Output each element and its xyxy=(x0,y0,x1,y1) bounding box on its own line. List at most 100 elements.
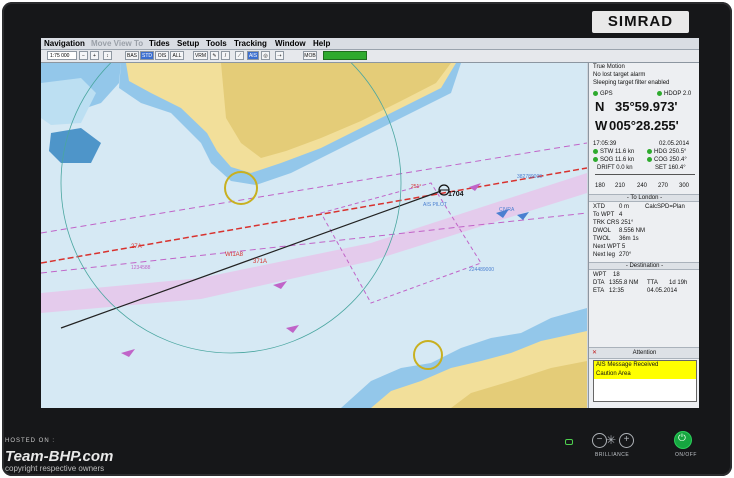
tool-icon[interactable]: ↕ xyxy=(103,51,112,60)
tta-value: 1d 19h xyxy=(669,280,688,286)
dta-value: 1355.8 NM xyxy=(609,280,639,286)
status-gauge xyxy=(323,51,367,60)
lon-hemisphere: W xyxy=(595,118,608,133)
cursor-icon[interactable]: ⇢ xyxy=(275,51,284,60)
watermark-copyright: copyright respective owners xyxy=(5,464,105,473)
alarm-status-1: No lost target alarm xyxy=(593,72,646,78)
wpt-label: WPT xyxy=(593,272,607,278)
route-header: - To London - xyxy=(589,194,699,202)
onoff-label: ON/OFF xyxy=(675,452,697,458)
course-label: 251° xyxy=(411,184,421,190)
xtd-value: 0 m xyxy=(619,204,630,210)
watermark-site: Team-BHP.com xyxy=(5,448,114,465)
drift-value: DRIFT 0.0 kn xyxy=(597,165,633,171)
sog-label: SOG xyxy=(600,157,614,164)
alarm-status-2: Sleeping target filter enabled xyxy=(593,80,670,86)
target-label-1704: 1704 xyxy=(448,191,464,198)
brilliance-label: BRILLIANCE xyxy=(595,452,630,458)
scale-select[interactable]: 1:75 000 xyxy=(47,51,77,60)
next-leg-label: Next leg xyxy=(593,252,616,258)
destination-header: - Destination - xyxy=(589,262,699,270)
wpt-label-1: WI1A8 xyxy=(225,252,244,258)
twol-value: 36m 1s xyxy=(619,236,639,242)
alert-ais-message[interactable]: AIS Message Received xyxy=(594,361,696,370)
to-wpt-value: 4 xyxy=(619,212,623,218)
eta-label: ETA xyxy=(593,288,605,294)
cog-icon xyxy=(647,157,652,162)
brush-icon[interactable]: / xyxy=(221,51,230,60)
crosshair-icon[interactable]: + xyxy=(90,51,99,60)
route-icon[interactable]: ⟋ xyxy=(235,51,244,60)
compass-240: 240 xyxy=(637,183,648,189)
brand-logo: SIMRAD xyxy=(592,11,689,33)
dwol-label: DWOL xyxy=(593,228,611,234)
std-button[interactable]: STD xyxy=(140,51,154,60)
stw-value: 11.6 kn xyxy=(615,149,635,156)
ais-button[interactable]: AIS xyxy=(247,51,259,60)
target-label-pilot: AIS PILOT xyxy=(423,202,447,208)
date: 02.05.2014 xyxy=(659,141,690,147)
alarm-mute-icon[interactable]: ✕ xyxy=(592,348,597,358)
target-icon[interactable]: ◎ xyxy=(261,51,270,60)
menu-move-view-to: Move View To xyxy=(91,39,144,48)
toolbar: 1:75 000 − + ↕ BAS STD OIS ALL VRM ✎ / ⟋… xyxy=(41,50,699,63)
ois-button[interactable]: OIS xyxy=(155,51,169,60)
stw-icon xyxy=(593,149,598,154)
wpt-value: 18 xyxy=(613,272,620,278)
compass-180: 180 xyxy=(595,183,606,189)
eta-value: 12:35 xyxy=(609,288,625,294)
mob-button[interactable]: MOB xyxy=(303,51,317,60)
sog-icon xyxy=(593,157,598,162)
compass-210: 210 xyxy=(615,183,626,189)
power-led-icon xyxy=(565,439,573,445)
next-leg-value: 270° xyxy=(619,252,632,258)
bas-button[interactable]: BAS xyxy=(125,51,139,60)
mmsi-label-2: 382789000 xyxy=(517,174,542,180)
hdg-icon xyxy=(647,149,652,154)
watermark-hosted: HOSTED ON : xyxy=(5,438,56,444)
menu-window[interactable]: Window xyxy=(275,38,306,49)
longitude: 005°28.255' xyxy=(609,118,679,133)
menu-navigation[interactable]: Navigation xyxy=(44,38,85,49)
dta-label: DTA xyxy=(593,280,605,286)
motion-mode: True Motion xyxy=(593,64,625,70)
menu-tracking[interactable]: Tracking xyxy=(234,38,267,49)
vrm-button[interactable]: VRM xyxy=(193,51,208,60)
time: 17:05:39 xyxy=(593,141,617,147)
stw-label: STW xyxy=(600,149,614,156)
brightness-icon: ✳ xyxy=(606,433,617,447)
brightness-up-button[interactable]: + xyxy=(619,433,634,448)
hdop-value: HDOP 2.0 xyxy=(664,91,692,98)
set-value: 160.4° xyxy=(668,165,686,171)
vessel-label-civra: CIVRA xyxy=(499,207,515,213)
latitude: 35°59.973' xyxy=(615,99,678,114)
mmsi-label-3: 224489000 xyxy=(469,267,494,273)
brightness-down-button[interactable]: − xyxy=(592,433,607,448)
nautical-chart[interactable]: 1704 AIS PILOT WI1A8 371A 27A 1234588 38… xyxy=(41,63,587,408)
pencil-icon[interactable]: ✎ xyxy=(210,51,219,60)
dwol-value: 8.556 NM xyxy=(619,228,646,234)
hdg-label: HDG xyxy=(654,149,668,156)
calc-speed: CalcSPD=Plan xyxy=(645,204,685,210)
xtd-label: XTD xyxy=(593,204,605,210)
vessel-label: 27A xyxy=(131,244,142,250)
compass-270: 270 xyxy=(658,183,669,189)
menu-tides[interactable]: Tides xyxy=(149,38,170,49)
screen: Navigation Move View To Tides Setup Tool… xyxy=(41,38,699,408)
menu-tools[interactable]: Tools xyxy=(206,38,227,49)
info-panel: True Motion No lost target alarm Sleepin… xyxy=(588,63,699,408)
sog-value: 11.6 kn xyxy=(615,157,635,164)
menu-help[interactable]: Help xyxy=(313,38,330,49)
hdg-value: 250.5° xyxy=(669,149,687,156)
menu-setup[interactable]: Setup xyxy=(177,38,199,49)
all-button[interactable]: ALL xyxy=(170,51,184,60)
compass-300: 300 xyxy=(679,183,690,189)
power-icon: ⏻ xyxy=(678,433,686,444)
lat-hemisphere: N xyxy=(595,99,605,114)
set-label: SET xyxy=(655,165,667,171)
zoom-out-icon[interactable]: − xyxy=(79,51,88,60)
tta-label: TTA xyxy=(647,280,658,286)
alert-caution-area[interactable]: Caution Area xyxy=(594,370,696,379)
track-course: TRK CRS 251° xyxy=(593,220,634,226)
gps-status-icon xyxy=(593,91,598,96)
